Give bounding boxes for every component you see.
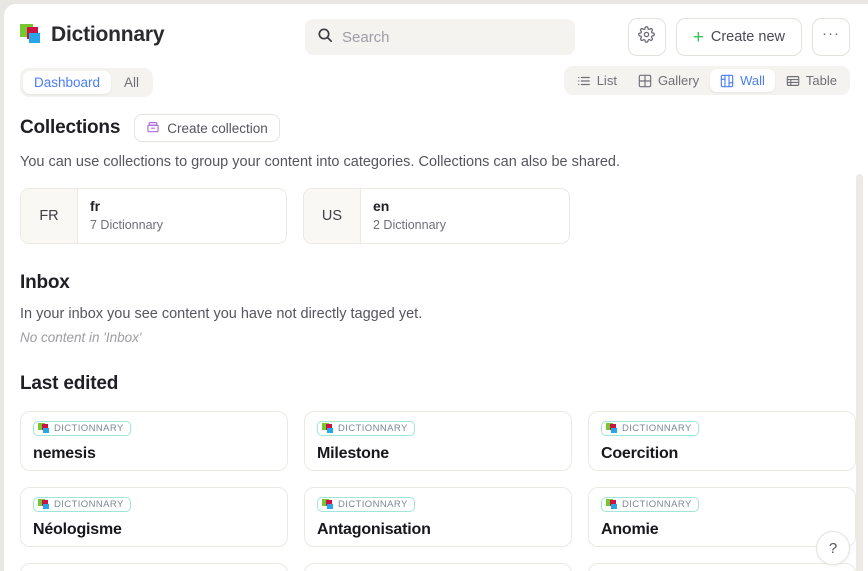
tab-all[interactable]: All: [113, 71, 150, 94]
search-box[interactable]: [305, 19, 575, 55]
subnav: Dashboard All List Gallery Wall Table: [4, 66, 868, 98]
inbox-description: In your inbox you see content you have n…: [20, 306, 423, 322]
inbox-empty-state: No content in 'Inbox': [20, 330, 142, 345]
create-collection-label: Create collection: [167, 120, 268, 136]
collection-card-fr[interactable]: FR fr 7 Dictionnary: [20, 188, 287, 244]
entry-card[interactable]: [588, 563, 856, 571]
status-badge: DICTIONNARY: [33, 421, 131, 436]
view-wall[interactable]: Wall: [710, 69, 775, 92]
stacked-squares-logo-icon: [322, 499, 333, 510]
inbox-section: Inbox In your inbox you see content you …: [20, 272, 852, 345]
collection-flag: US: [304, 189, 361, 243]
help-button[interactable]: ?: [816, 531, 850, 565]
inbox-heading: Inbox: [20, 272, 70, 293]
status-badge: DICTIONNARY: [317, 421, 415, 436]
stacked-squares-logo-icon: [606, 499, 617, 510]
badge-label: DICTIONNARY: [622, 499, 692, 510]
last-edited-section: Last edited: [20, 373, 852, 395]
collections-description: You can use collections to group your co…: [20, 154, 620, 170]
create-new-label: Create new: [710, 29, 785, 45]
collections-header: Collections Create collection: [20, 114, 852, 142]
app-header: Dictionnary + Create new: [4, 4, 868, 66]
search-input[interactable]: [342, 28, 563, 46]
collection-count: 2 Dictionnary: [373, 217, 446, 232]
collections-heading: Collections: [20, 117, 121, 138]
app-title: Dictionnary: [51, 23, 165, 46]
badge-label: DICTIONNARY: [338, 499, 408, 510]
list-icon: [577, 74, 591, 88]
create-new-button[interactable]: + Create new: [675, 18, 802, 56]
plus-icon: +: [692, 26, 704, 48]
entry-card[interactable]: DICTIONNARY Coercition: [588, 411, 856, 471]
entry-card[interactable]: DICTIONNARY Néologisme: [20, 487, 288, 547]
header-actions: + Create new ···: [627, 18, 850, 56]
entry-card[interactable]: [20, 563, 288, 571]
entry-title: nemesis: [33, 445, 96, 462]
view-list-label: List: [596, 73, 617, 88]
collection-name: fr: [90, 198, 101, 214]
search-icon: [317, 27, 333, 48]
view-list[interactable]: List: [567, 69, 627, 92]
status-badge: DICTIONNARY: [601, 497, 699, 512]
entry-title: Coercition: [601, 445, 679, 462]
collection-card-en[interactable]: US en 2 Dictionnary: [303, 188, 570, 244]
question-mark-icon: ?: [828, 539, 838, 557]
collection-name: en: [373, 198, 390, 214]
view-mode-tabs: Dashboard All: [20, 67, 154, 97]
view-gallery[interactable]: Gallery: [628, 69, 709, 92]
entry-card[interactable]: DICTIONNARY Antagonisation: [304, 487, 572, 547]
entry-title: Anomie: [601, 521, 659, 538]
settings-button[interactable]: [627, 18, 666, 56]
more-options-button[interactable]: ···: [812, 18, 850, 56]
last-edited-grid: DICTIONNARY nemesis DICTIONNARY Mileston…: [20, 411, 856, 571]
collection-count: 7 Dictionnary: [90, 217, 163, 232]
vertical-scrollbar[interactable]: [856, 174, 863, 571]
badge-label: DICTIONNARY: [54, 423, 124, 434]
app-window: Dictionnary + Create new: [4, 4, 868, 571]
status-badge: DICTIONNARY: [33, 497, 131, 512]
wall-icon: [720, 74, 734, 88]
collections-list: FR fr 7 Dictionnary US en 2 Dictionnary: [20, 188, 852, 244]
view-table[interactable]: Table: [776, 69, 847, 92]
status-badge: DICTIONNARY: [601, 421, 699, 436]
view-table-label: Table: [805, 73, 837, 88]
view-gallery-label: Gallery: [657, 73, 700, 88]
last-edited-heading: Last edited: [20, 373, 119, 394]
entry-title: Milestone: [317, 445, 389, 462]
archive-box-icon: [146, 120, 160, 137]
layout-switcher: List Gallery Wall Table: [563, 66, 850, 95]
stacked-squares-logo-icon: [20, 24, 42, 46]
brand: Dictionnary: [20, 23, 165, 47]
status-badge: DICTIONNARY: [317, 497, 415, 512]
gear-icon: [638, 26, 656, 48]
badge-label: DICTIONNARY: [622, 423, 692, 434]
entry-title: Néologisme: [33, 521, 122, 538]
badge-label: DICTIONNARY: [338, 423, 408, 434]
entry-card[interactable]: [304, 563, 572, 571]
stacked-squares-logo-icon: [38, 499, 49, 510]
entry-card[interactable]: DICTIONNARY Milestone: [304, 411, 572, 471]
view-wall-label: Wall: [740, 73, 765, 88]
badge-label: DICTIONNARY: [54, 499, 124, 510]
entry-title: Antagonisation: [317, 521, 431, 538]
tab-dashboard[interactable]: Dashboard: [23, 70, 112, 94]
stacked-squares-logo-icon: [322, 423, 333, 434]
ellipsis-icon: ···: [822, 24, 840, 42]
stacked-squares-logo-icon: [606, 423, 617, 434]
main-content: Collections Create collection You can us…: [4, 104, 868, 571]
grid-icon: [638, 74, 652, 88]
stacked-squares-logo-icon: [38, 423, 49, 434]
table-icon: [786, 74, 800, 88]
collection-flag: FR: [21, 189, 78, 243]
entry-card[interactable]: DICTIONNARY nemesis: [20, 411, 288, 471]
entry-card[interactable]: DICTIONNARY Anomie: [588, 487, 856, 547]
create-collection-button[interactable]: Create collection: [134, 114, 280, 142]
